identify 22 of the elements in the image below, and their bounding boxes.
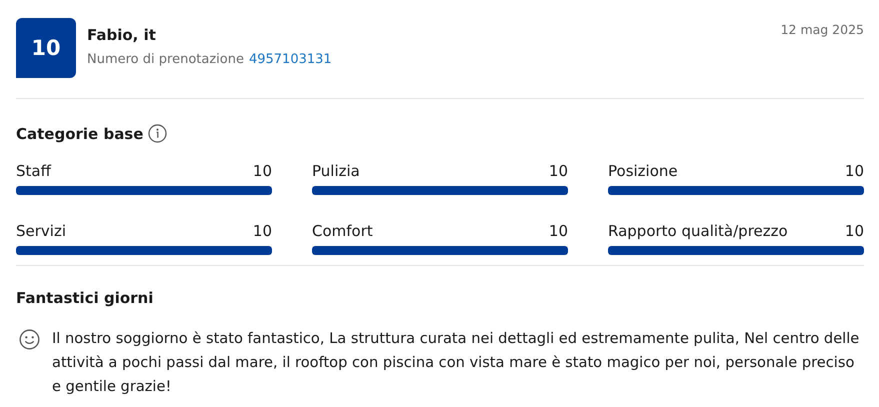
- category-score: 10: [548, 162, 568, 180]
- category-score: 10: [844, 162, 864, 180]
- info-icon[interactable]: [148, 124, 168, 143]
- review-title: Fantastici giorni: [16, 289, 154, 307]
- category-name: Posizione: [608, 162, 678, 180]
- category-score: 10: [844, 222, 864, 240]
- category-name: Pulizia: [312, 162, 360, 180]
- review-text: Il nostro soggiorno è stato fantastico, La struttura curata nei dettagli ed estremamente pulita, Nel centro delle attività a pochi passi dal mare, il rooftop con piscina con vista mare è stato magico per noi, personale preciso e gentile grazie!: [52, 329, 860, 397]
- category-name: Staff: [16, 162, 51, 180]
- category-score: 10: [252, 222, 272, 240]
- smiley-icon: [19, 329, 40, 350]
- category-name: Servizi: [16, 222, 66, 240]
- booking-label: Numero di prenotazione: [87, 52, 244, 67]
- category-score: 10: [252, 162, 272, 180]
- score-badge: 10: [16, 18, 76, 78]
- reviewer-name: Fabio, it: [87, 26, 157, 44]
- category-score: 10: [548, 222, 568, 240]
- category-name: Rapporto qualità/prezzo: [608, 222, 788, 240]
- section-title: Categorie base: [16, 124, 144, 142]
- review-date: 12 mag 2025: [780, 21, 864, 37]
- category-name: Comfort: [312, 222, 373, 240]
- booking-number-link[interactable]: 4957103131: [248, 52, 332, 67]
